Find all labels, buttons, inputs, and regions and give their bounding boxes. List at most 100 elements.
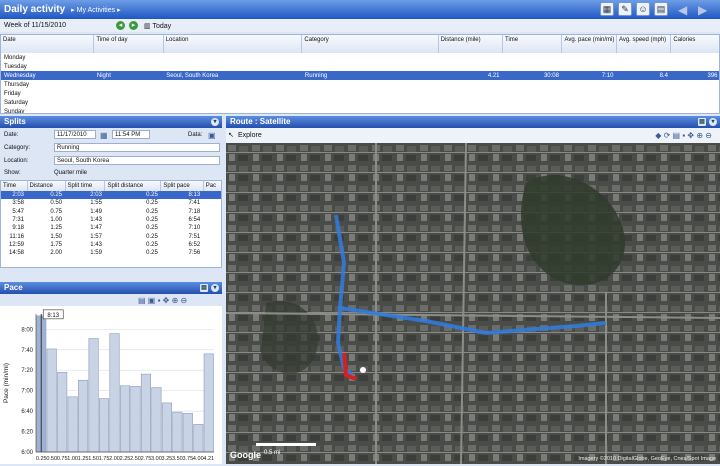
column-header[interactable]: Date bbox=[1, 35, 95, 53]
breadcrumb[interactable]: ▸ My Activities ▸ bbox=[71, 6, 120, 14]
table-row[interactable]: 12:59 1.75 1:43 0.25 6:52 bbox=[1, 241, 221, 249]
table-cell: 1:59 bbox=[90, 250, 102, 257]
table-cell: Tuesday bbox=[4, 63, 27, 70]
fit-icon[interactable]: ✥ bbox=[163, 296, 170, 305]
table-cell: Night bbox=[93, 71, 164, 80]
time-field[interactable]: 11:54 PM bbox=[112, 130, 150, 139]
calendar-icon[interactable]: ▦ bbox=[600, 2, 614, 16]
data-icon[interactable]: ▣ bbox=[208, 131, 216, 140]
zoom-out-icon[interactable]: ⊖ bbox=[705, 131, 712, 140]
collapse-icon[interactable]: ▾ bbox=[709, 118, 717, 126]
column-header[interactable]: Time bbox=[1, 181, 28, 191]
table-row[interactable]: 2:03 0.25 2:03 0.25 8:13 bbox=[1, 191, 221, 200]
table-cell: 7:10 bbox=[561, 71, 617, 80]
column-header[interactable]: Calories bbox=[670, 35, 719, 53]
table-cell: 1:49 bbox=[90, 208, 102, 215]
table-row[interactable]: Tuesday bbox=[1, 62, 719, 71]
options-icon[interactable]: ▤ bbox=[698, 118, 706, 126]
bar bbox=[151, 387, 162, 453]
bar bbox=[193, 424, 204, 453]
cursor-icon[interactable]: ↖ bbox=[228, 128, 234, 143]
collapse-icon[interactable]: ▾ bbox=[211, 118, 219, 126]
table-row[interactable]: Monday bbox=[1, 53, 719, 62]
column-header[interactable]: Avg. pace (min/mi) bbox=[561, 35, 617, 53]
table-row[interactable]: Saturday bbox=[1, 98, 719, 107]
table-cell bbox=[503, 53, 562, 62]
table-cell bbox=[503, 80, 562, 89]
table-cell: 2.00 bbox=[50, 250, 63, 257]
today-button[interactable]: ▥ Today bbox=[144, 22, 171, 30]
table-cell bbox=[562, 80, 616, 89]
column-header[interactable]: Distance (mile) bbox=[438, 35, 504, 53]
table-row[interactable]: 11:16 1.50 1:57 0.25 7:51 bbox=[1, 232, 221, 240]
google-logo: Google bbox=[230, 450, 261, 460]
map-copyright: Imagery ©2010 DigitalGlobe, GeoEye, Cnes… bbox=[578, 456, 716, 462]
table-row[interactable]: 3:58 0.50 1:55 0.25 7:41 bbox=[1, 199, 221, 207]
zoom-in-icon[interactable]: ⊕ bbox=[172, 296, 179, 305]
table-cell: 0.25 bbox=[146, 250, 158, 257]
table-row[interactable]: 7:31 1.00 1:43 0.25 6:54 bbox=[1, 216, 221, 224]
marker-icon[interactable]: ◆ bbox=[655, 131, 661, 140]
fit-icon[interactable]: ✥ bbox=[687, 131, 694, 140]
refresh-icon[interactable]: ⟳ bbox=[664, 131, 671, 140]
column-header[interactable]: Pac bbox=[203, 181, 221, 191]
table-row[interactable]: 5:47 0.75 1:49 0.25 7:18 bbox=[1, 208, 221, 216]
table-cell: 1:47 bbox=[90, 225, 102, 232]
prev-week-icon[interactable]: ◂ bbox=[116, 21, 126, 30]
save-icon[interactable]: ▪ bbox=[682, 131, 685, 140]
bar bbox=[109, 333, 120, 453]
next-week-icon[interactable]: ▸ bbox=[129, 21, 139, 30]
column-header[interactable]: Split time bbox=[65, 181, 106, 191]
table-cell bbox=[438, 53, 502, 62]
category-select[interactable]: Running bbox=[54, 143, 220, 152]
zoom-in-icon[interactable]: ⊕ bbox=[696, 131, 703, 140]
back-arrow-icon[interactable]: ◀ bbox=[678, 3, 687, 17]
chart-icon[interactable]: ▤ bbox=[138, 296, 146, 305]
column-header[interactable]: Category bbox=[301, 35, 439, 53]
table-row[interactable]: Wednesday Night Seoul, South Korea Running 4… bbox=[1, 71, 719, 80]
date-field[interactable]: 11/17/2010 bbox=[54, 130, 96, 139]
y-axis-label: Pace (min/mi) bbox=[3, 363, 10, 403]
save-icon[interactable]: ▪ bbox=[158, 296, 161, 305]
clipboard-icon[interactable]: ▤ bbox=[654, 2, 668, 16]
date-label: Date: bbox=[4, 132, 19, 138]
column-header[interactable]: Avg. speed (mph) bbox=[616, 35, 672, 53]
table-row[interactable]: Friday bbox=[1, 89, 719, 98]
show-select[interactable]: Quarter mile bbox=[54, 170, 87, 176]
column-header[interactable]: Time bbox=[502, 35, 563, 53]
title-bar: Daily activity ▸ My Activities ▸ ▦ ✎ ☺ ▤… bbox=[0, 0, 720, 19]
bar bbox=[203, 353, 214, 453]
column-header[interactable]: Distance bbox=[27, 181, 66, 191]
forward-arrow-icon[interactable]: ▶ bbox=[698, 3, 707, 17]
wrench-icon[interactable]: ✎ bbox=[618, 2, 632, 16]
table-cell bbox=[94, 89, 163, 98]
zoom-out-icon[interactable]: ⊖ bbox=[181, 296, 188, 305]
layers-icon[interactable]: ▤ bbox=[673, 131, 681, 140]
column-header[interactable]: Split distance bbox=[104, 181, 162, 191]
table-cell bbox=[163, 107, 302, 113]
table-cell bbox=[616, 62, 670, 71]
table-row[interactable]: 9:18 1.25 1:47 0.25 7:10 bbox=[1, 224, 221, 232]
picture-icon[interactable]: ▣ bbox=[148, 296, 156, 305]
bar bbox=[99, 398, 110, 453]
table-cell: 1.25 bbox=[50, 225, 63, 232]
satellite-map[interactable]: Google 0.5 mi Imagery ©2010 DigitalGlobe… bbox=[226, 143, 720, 464]
bar bbox=[119, 385, 131, 453]
options-icon[interactable]: ▤ bbox=[200, 284, 208, 292]
table-cell: 2:03 bbox=[65, 191, 105, 200]
column-header[interactable]: Time of day bbox=[93, 35, 164, 53]
bar bbox=[57, 371, 68, 453]
table-row[interactable]: 14:58 2.00 1:59 0.25 7:56 bbox=[1, 249, 221, 257]
table-cell bbox=[163, 89, 302, 98]
calendar-picker-icon[interactable]: ▦ bbox=[100, 131, 108, 140]
column-header[interactable]: Split pace bbox=[160, 181, 204, 191]
bar bbox=[130, 386, 141, 453]
table-cell bbox=[616, 80, 670, 89]
column-header[interactable]: Location bbox=[163, 35, 303, 53]
explore-label[interactable]: Explore bbox=[238, 132, 262, 139]
location-select[interactable]: Seoul, South Korea bbox=[54, 156, 220, 165]
table-row[interactable]: Sunday bbox=[1, 107, 719, 114]
person-icon[interactable]: ☺ bbox=[636, 2, 650, 16]
table-row[interactable]: Thursday bbox=[1, 80, 719, 89]
collapse-icon[interactable]: ▾ bbox=[211, 284, 219, 292]
